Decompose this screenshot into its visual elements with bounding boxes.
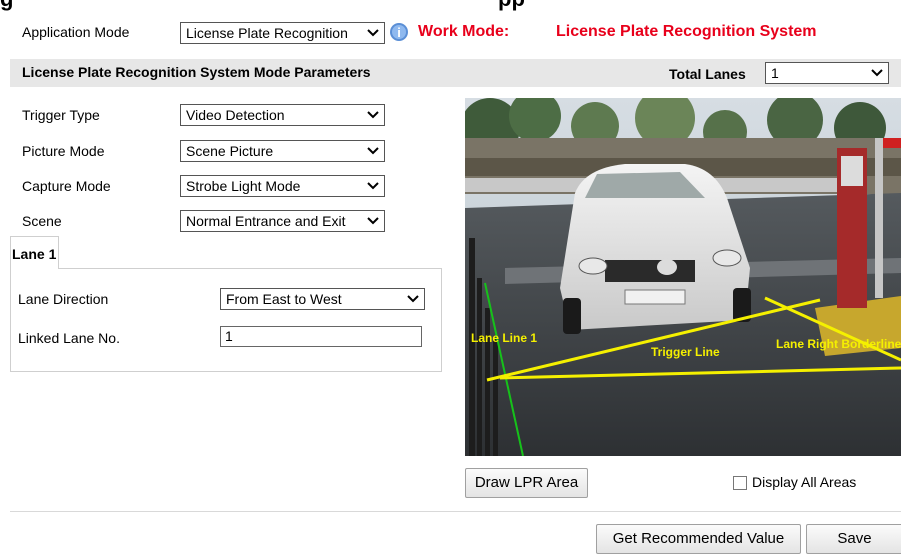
section-title: License Plate Recognition System Mode Pa… [22, 64, 371, 80]
tab-lane-1[interactable]: Lane 1 [10, 236, 59, 269]
get-recommended-value-button[interactable]: Get Recommended Value [596, 524, 801, 554]
scene-label: Scene [22, 213, 62, 229]
total-lanes-select[interactable]: 1 [765, 62, 889, 84]
display-all-areas-label: Display All Areas [752, 474, 857, 490]
tab-lane-1-label: Lane 1 [12, 246, 57, 262]
page-heading-fragment-right: pp [498, 0, 525, 12]
trigger-type-value: Video Detection [186, 107, 285, 123]
scene-select[interactable]: Normal Entrance and Exit [180, 210, 385, 232]
footer-divider [10, 511, 901, 512]
car [560, 164, 751, 334]
picture-mode-label: Picture Mode [22, 143, 105, 159]
chevron-down-icon [367, 147, 379, 155]
display-all-areas-checkbox[interactable] [733, 476, 747, 490]
chevron-down-icon [367, 29, 379, 37]
trigger-line-label: Trigger Line [651, 345, 720, 359]
trigger-type-label: Trigger Type [22, 107, 100, 123]
picture-mode-select[interactable]: Scene Picture [180, 140, 385, 162]
lane-direction-select[interactable]: From East to West [220, 288, 425, 310]
linked-lane-label: Linked Lane No. [18, 330, 120, 346]
capture-mode-select[interactable]: Strobe Light Mode [180, 175, 385, 197]
video-preview[interactable]: Lane Line 1 Trigger Line Lane Right Bord… [465, 98, 901, 456]
chevron-down-icon [407, 295, 419, 303]
picture-mode-value: Scene Picture [186, 143, 274, 159]
lane-direction-value: From East to West [226, 291, 342, 307]
app-mode-label: Application Mode [22, 24, 130, 40]
work-mode-value: License Plate Recognition System [556, 23, 817, 40]
capture-mode-value: Strobe Light Mode [186, 178, 301, 194]
trigger-type-select[interactable]: Video Detection [180, 104, 385, 126]
lane-right-border-label: Lane Right Borderline [776, 337, 901, 351]
app-mode-value: License Plate Recognition [186, 25, 348, 41]
lane-direction-label: Lane Direction [18, 291, 109, 307]
total-lanes-value: 1 [771, 65, 779, 81]
linked-lane-input[interactable]: 1 [220, 326, 422, 347]
chevron-down-icon [367, 182, 379, 190]
help-icon[interactable]: i [389, 22, 409, 42]
lane-line-1-label: Lane Line 1 [471, 331, 537, 345]
chevron-down-icon [367, 111, 379, 119]
chevron-down-icon [871, 69, 883, 77]
save-button[interactable]: Save [806, 524, 901, 554]
svg-text:i: i [397, 25, 401, 40]
app-mode-select[interactable]: License Plate Recognition [180, 22, 385, 44]
work-mode-label: Work Mode: [418, 23, 510, 40]
capture-mode-label: Capture Mode [22, 178, 111, 194]
page-heading-fragment: g [0, 0, 13, 12]
total-lanes-label: Total Lanes [669, 66, 746, 82]
scene-value: Normal Entrance and Exit [186, 213, 346, 229]
lane-panel [10, 268, 442, 372]
chevron-down-icon [367, 217, 379, 225]
draw-lpr-area-button[interactable]: Draw LPR Area [465, 468, 588, 498]
